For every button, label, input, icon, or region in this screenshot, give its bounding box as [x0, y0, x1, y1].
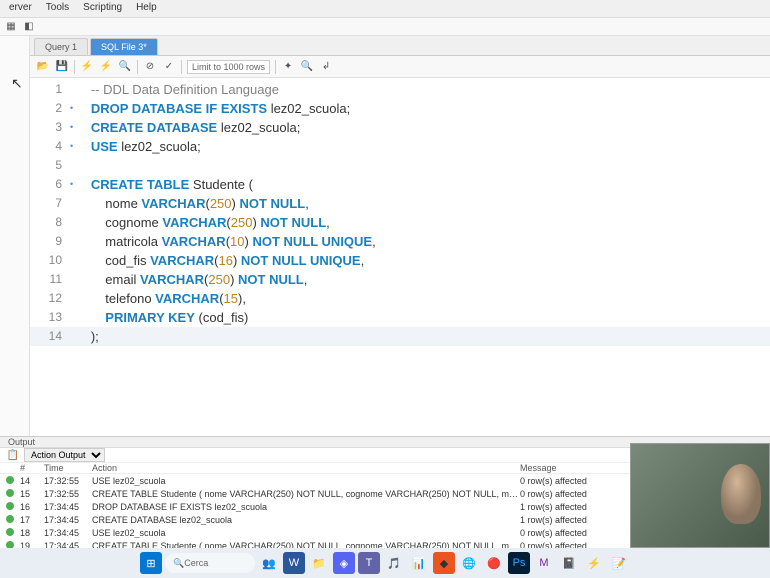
- taskbar-app-4[interactable]: ◈: [333, 552, 355, 574]
- success-icon: [6, 528, 14, 536]
- taskbar-app-9[interactable]: 🌐: [458, 552, 480, 574]
- taskbar-app-12[interactable]: M: [533, 552, 555, 574]
- editor-tabs: Query 1 SQL File 3*: [30, 36, 770, 56]
- menu-help[interactable]: Help: [129, 0, 164, 17]
- code-line[interactable]: 11 email VARCHAR(250) NOT NULL,: [30, 270, 770, 289]
- taskbar-app-10[interactable]: 🔴: [483, 552, 505, 574]
- taskbar-app-11[interactable]: Ps: [508, 552, 530, 574]
- code-line[interactable]: 10 cod_fis VARCHAR(16) NOT NULL UNIQUE,: [30, 251, 770, 270]
- success-icon: [6, 489, 14, 497]
- beautify-icon[interactable]: ✦: [281, 60, 295, 74]
- open-file-icon[interactable]: 📂: [36, 60, 50, 74]
- code-line[interactable]: 14 );: [30, 327, 770, 346]
- tab-sqlfile3[interactable]: SQL File 3*: [90, 38, 158, 55]
- navigator-sidebar: ↖: [0, 36, 30, 436]
- code-line[interactable]: 5: [30, 156, 770, 175]
- search-icon[interactable]: 🔍: [300, 60, 314, 74]
- menu-bar: erver Tools Scripting Help: [0, 0, 770, 18]
- taskbar-search[interactable]: 🔍 Cerca: [165, 553, 255, 573]
- taskbar-app-3[interactable]: 📁: [308, 552, 330, 574]
- taskbar-app-5[interactable]: T: [358, 552, 380, 574]
- taskbar-app-8[interactable]: ◆: [433, 552, 455, 574]
- code-line[interactable]: 8 cognome VARCHAR(250) NOT NULL,: [30, 213, 770, 232]
- taskbar-app-7[interactable]: 📊: [408, 552, 430, 574]
- menu-server[interactable]: erver: [2, 0, 39, 17]
- success-icon: [6, 502, 14, 510]
- code-line[interactable]: 2• DROP DATABASE IF EXISTS lez02_scuola;: [30, 99, 770, 118]
- taskbar-app-13[interactable]: 📓: [558, 552, 580, 574]
- menu-tools[interactable]: Tools: [39, 0, 76, 17]
- mouse-cursor-icon: ↖: [11, 75, 23, 92]
- output-action-icon[interactable]: 📋: [6, 448, 20, 462]
- row-limit-select[interactable]: Limit to 1000 rows: [187, 60, 270, 74]
- commit-icon[interactable]: ✓: [162, 60, 176, 74]
- tab-query1[interactable]: Query 1: [34, 38, 88, 55]
- code-line[interactable]: 3• CREATE DATABASE lez02_scuola;: [30, 118, 770, 137]
- success-icon: [6, 476, 14, 484]
- taskbar-app-1[interactable]: 👥: [258, 552, 280, 574]
- code-line[interactable]: 7 nome VARCHAR(250) NOT NULL,: [30, 194, 770, 213]
- taskbar-app-15[interactable]: 📝: [608, 552, 630, 574]
- taskbar-app-6[interactable]: 🎵: [383, 552, 405, 574]
- editor-toolbar: 📂 💾 ⚡ ⚡ 🔍 ⊘ ✓ Limit to 1000 rows ✦ 🔍 ↲: [30, 56, 770, 78]
- code-line[interactable]: 1 -- DDL Data Definition Language: [30, 80, 770, 99]
- code-line[interactable]: 6• CREATE TABLE Studente (: [30, 175, 770, 194]
- menu-scripting[interactable]: Scripting: [76, 0, 129, 17]
- sql-editor[interactable]: 1 -- DDL Data Definition Language2• DROP…: [30, 78, 770, 436]
- windows-taskbar: ⊞ 🔍 Cerca 👥 W 📁 ◈ T 🎵 📊 ◆ 🌐 🔴 Ps M 📓 ⚡ 📝: [0, 548, 770, 578]
- word-wrap-icon[interactable]: ↲: [319, 60, 333, 74]
- code-line[interactable]: 9 matricola VARCHAR(10) NOT NULL UNIQUE,: [30, 232, 770, 251]
- open-sql-icon[interactable]: ◧: [22, 20, 36, 34]
- main-toolbar: ▦ ◧: [0, 18, 770, 36]
- output-filter-select[interactable]: Action Output: [24, 448, 105, 462]
- new-sql-icon[interactable]: ▦: [4, 20, 18, 34]
- webcam-overlay: [630, 443, 770, 548]
- code-line[interactable]: 12 telefono VARCHAR(15),: [30, 289, 770, 308]
- code-line[interactable]: 13 PRIMARY KEY (cod_fis): [30, 308, 770, 327]
- code-line[interactable]: 4• USE lez02_scuola;: [30, 137, 770, 156]
- start-icon[interactable]: ⊞: [140, 552, 162, 574]
- stop-icon[interactable]: ⊘: [143, 60, 157, 74]
- taskbar-app-2[interactable]: W: [283, 552, 305, 574]
- success-icon: [6, 515, 14, 523]
- explain-icon[interactable]: 🔍: [118, 60, 132, 74]
- save-icon[interactable]: 💾: [55, 60, 69, 74]
- execute-step-icon[interactable]: ⚡: [99, 60, 113, 74]
- taskbar-app-14[interactable]: ⚡: [583, 552, 605, 574]
- execute-icon[interactable]: ⚡: [80, 60, 94, 74]
